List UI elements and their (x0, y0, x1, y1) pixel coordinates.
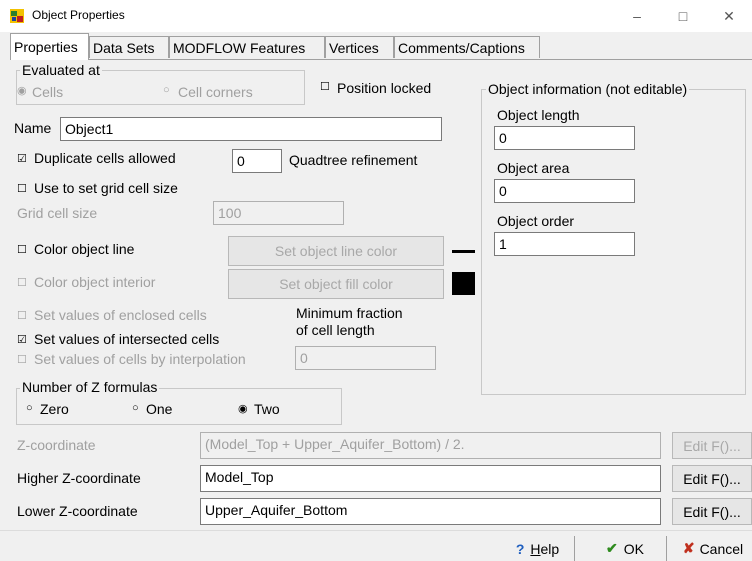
radio-zero-icon[interactable]: ○ (26, 402, 33, 414)
radio-one-icon[interactable]: ○ (132, 402, 139, 414)
min-fraction-label-1: Minimum fraction (296, 305, 403, 321)
set-fill-color-button[interactable]: Set object fill color (228, 269, 444, 299)
min-fraction-label-2: of cell length (296, 322, 375, 338)
tab-vertices[interactable]: Vertices (325, 36, 394, 58)
quadtree-label: Quadtree refinement (289, 152, 418, 168)
set-intersected-checkbox[interactable]: ☑ (17, 333, 27, 346)
higher-z-edit-button[interactable]: Edit F()... (672, 465, 752, 492)
use-grid-cell-size-checkbox[interactable]: ☐ (17, 182, 27, 195)
quadtree-input[interactable]: 0 (232, 149, 282, 173)
grid-cell-size-input[interactable]: 100 (213, 201, 344, 225)
color-line-label[interactable]: Color object line (34, 241, 134, 257)
object-area-field: 0 (494, 179, 635, 203)
help-key: H (530, 540, 541, 557)
color-interior-label[interactable]: Color object interior (34, 274, 155, 290)
position-locked-label[interactable]: Position locked (337, 80, 431, 96)
close-button[interactable]: ✕ (706, 0, 752, 32)
ok-button[interactable]: ✔ OK (586, 536, 664, 561)
color-interior-checkbox[interactable]: ☐ (17, 276, 27, 289)
set-interpolation-label[interactable]: Set values of cells by interpolation (34, 351, 246, 367)
tab-properties[interactable]: Properties (10, 33, 89, 60)
z-formulas-title: Number of Z formulas (20, 379, 160, 395)
ok-label: OK (623, 540, 644, 557)
separator-1 (574, 536, 575, 561)
help-label-rest: elp (540, 540, 560, 557)
help-button[interactable]: ? Help (500, 536, 575, 561)
z-coordinate-edit-button[interactable]: Edit F()... (672, 432, 752, 459)
name-label: Name (14, 120, 52, 136)
line-color-swatch (452, 250, 475, 253)
higher-z-label: Higher Z-coordinate (17, 470, 141, 486)
color-line-checkbox[interactable]: ☐ (17, 243, 27, 256)
object-length-label: Object length (497, 107, 580, 123)
min-fraction-input[interactable]: 0 (295, 346, 436, 370)
set-intersected-label[interactable]: Set values of intersected cells (34, 331, 219, 347)
radio-cells-icon: ◉ (17, 85, 27, 97)
set-enclosed-checkbox[interactable]: ☐ (17, 309, 27, 322)
radio-cells-label[interactable]: Cells (32, 84, 63, 100)
window-title: Object Properties (32, 8, 125, 22)
radio-corners-label[interactable]: Cell corners (178, 84, 253, 100)
help-icon: ? (515, 540, 525, 557)
fill-color-swatch (452, 272, 475, 295)
lower-z-edit-button[interactable]: Edit F()... (672, 498, 752, 525)
radio-one-label[interactable]: One (146, 401, 172, 417)
position-locked-checkbox[interactable]: ☐ (320, 80, 330, 93)
set-line-color-button[interactable]: Set object line color (228, 236, 444, 266)
z-coordinate-label: Z-coordinate (17, 437, 96, 453)
minimize-button[interactable]: – (614, 0, 660, 32)
radio-two-icon[interactable]: ◉ (238, 402, 248, 415)
z-coordinate-input[interactable]: (Model_Top + Upper_Aquifer_Bottom) / 2. (200, 432, 661, 459)
higher-z-input[interactable]: Model_Top (200, 465, 661, 492)
check-icon: ✔ (606, 540, 618, 556)
object-area-label: Object area (497, 160, 570, 176)
tab-modflow-features[interactable]: MODFLOW Features (169, 36, 325, 58)
evaluated-at-title: Evaluated at (20, 62, 102, 78)
duplicate-cells-label[interactable]: Duplicate cells allowed (34, 150, 176, 166)
duplicate-cells-checkbox[interactable]: ☑ (17, 152, 27, 165)
cancel-button[interactable]: ✘ Cancel (674, 536, 752, 561)
object-order-label: Object order (497, 213, 575, 229)
use-grid-cell-size-label[interactable]: Use to set grid cell size (34, 180, 178, 196)
tab-data-sets[interactable]: Data Sets (89, 36, 169, 58)
set-interpolation-checkbox[interactable]: ☐ (17, 353, 27, 366)
object-length-field: 0 (494, 126, 635, 150)
object-info-title: Object information (not editable) (486, 81, 690, 97)
radio-zero-label[interactable]: Zero (40, 401, 69, 417)
name-input[interactable]: Object1 (60, 117, 442, 141)
cancel-label: Cancel (699, 540, 744, 557)
maximize-button[interactable]: □ (660, 0, 706, 32)
bottom-divider (0, 530, 752, 531)
radio-two-label[interactable]: Two (254, 401, 280, 417)
x-icon: ✘ (682, 540, 695, 556)
app-icon (10, 9, 24, 23)
tab-strip-line (10, 59, 752, 60)
lower-z-input[interactable]: Upper_Aquifer_Bottom (200, 498, 661, 525)
radio-corners-icon: ○ (163, 84, 170, 96)
grid-cell-size-label: Grid cell size (17, 205, 98, 221)
set-enclosed-label[interactable]: Set values of enclosed cells (34, 307, 207, 323)
object-order-field: 1 (494, 232, 635, 256)
tab-comments-captions[interactable]: Comments/Captions (394, 36, 540, 58)
separator-2 (666, 536, 667, 561)
lower-z-label: Lower Z-coordinate (17, 503, 138, 519)
